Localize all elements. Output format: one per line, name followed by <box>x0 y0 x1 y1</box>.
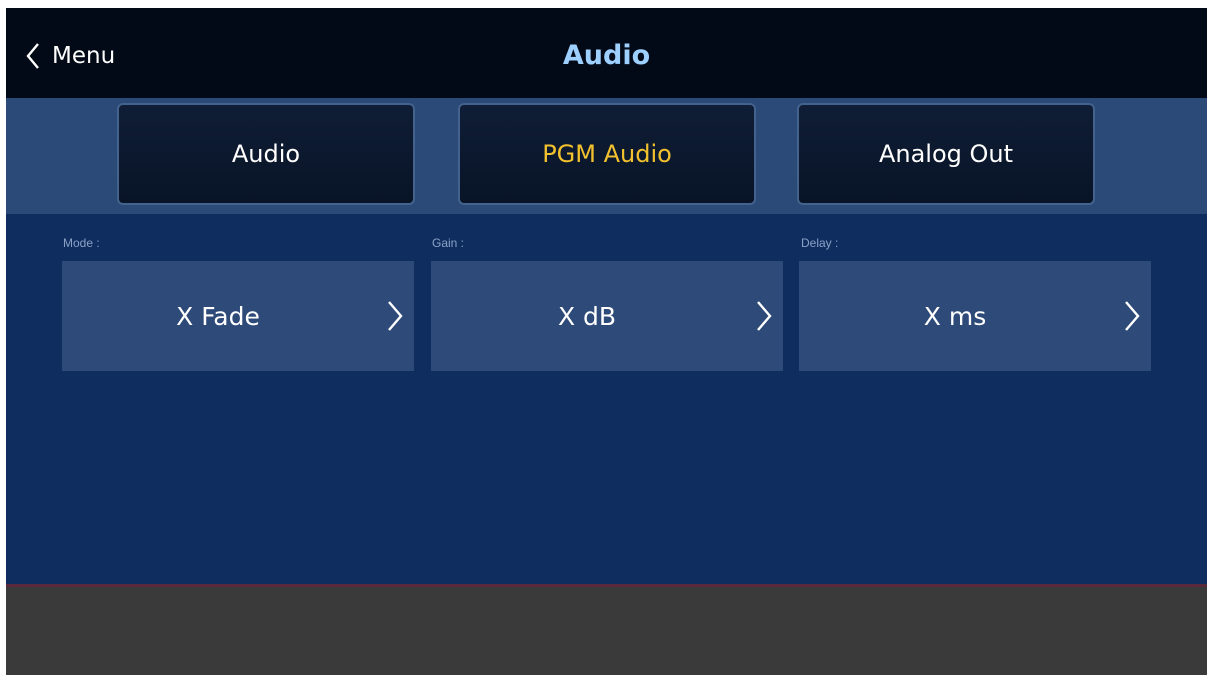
mode-selector[interactable]: X Fade <box>62 261 414 371</box>
delay-label: Delay : <box>801 236 839 250</box>
mode-value: X Fade <box>176 301 260 331</box>
chevron-right-icon <box>755 299 773 337</box>
tab-analog-out[interactable]: Analog Out <box>797 103 1095 205</box>
delay-value: X ms <box>923 301 987 331</box>
gain-label: Gain : <box>432 236 465 250</box>
gain-value: X dB <box>557 301 617 331</box>
delay-selector[interactable]: X ms <box>799 261 1151 371</box>
mode-label: Mode : <box>63 236 100 250</box>
page-title: Audio <box>562 40 651 71</box>
footer-bar <box>6 587 1207 675</box>
audio-screen: Menu Audio Audio PGM Audio Analog Out Mo… <box>6 8 1207 675</box>
gain-selector[interactable]: X dB <box>431 261 783 371</box>
tab-pgm-audio[interactable]: PGM Audio <box>458 103 756 205</box>
chevron-right-icon <box>386 299 404 337</box>
tab-bar: Audio PGM Audio Analog Out <box>6 98 1207 214</box>
top-bar: Menu Audio <box>6 8 1207 98</box>
tab-audio[interactable]: Audio <box>117 103 415 205</box>
chevron-right-icon <box>1123 299 1141 337</box>
